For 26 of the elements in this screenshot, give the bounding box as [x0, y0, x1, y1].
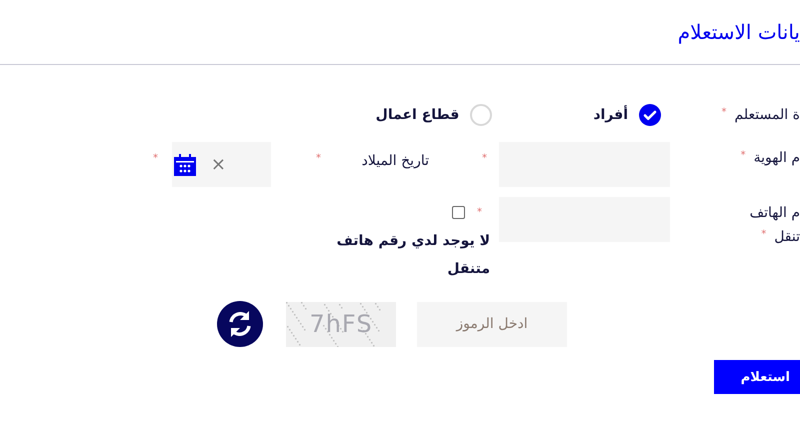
captcha-field[interactable]: ادخل الرموز	[417, 302, 567, 346]
refresh-icon[interactable]	[217, 301, 263, 347]
field-label: م الهوية	[754, 150, 800, 166]
required-asterisk: *	[153, 153, 158, 164]
submit-button[interactable]: استعلام	[714, 360, 800, 394]
required-asterisk: *	[477, 206, 482, 218]
field-label: تاريخ الميلاد	[362, 153, 429, 169]
field-label: م الهاتف	[750, 205, 800, 221]
radio-label: أفراد	[593, 107, 628, 123]
section-title: يانات الاستعلام	[678, 20, 800, 44]
date-field[interactable]: ×	[172, 142, 271, 187]
radio-label: قطاع اعمال	[376, 107, 460, 123]
checkbox[interactable]	[452, 206, 465, 218]
checkbox-label: لا يوجد لدي رقم هاتف متنقل	[336, 232, 490, 279]
field-label: ة المستعلم	[734, 107, 800, 123]
clear-button[interactable]: ×	[210, 154, 226, 175]
radio-button[interactable]	[469, 103, 494, 127]
required-asterisk: *	[316, 153, 321, 164]
required-asterisk: *	[740, 150, 746, 161]
required-asterisk: *	[722, 107, 727, 118]
calendar-icon[interactable]	[172, 152, 197, 176]
field-label: تنقل	[774, 229, 800, 245]
radio-button[interactable]	[638, 103, 662, 127]
captcha-image: 7hFS	[286, 302, 396, 346]
required-asterisk: *	[482, 153, 487, 164]
required-asterisk: *	[761, 229, 766, 242]
